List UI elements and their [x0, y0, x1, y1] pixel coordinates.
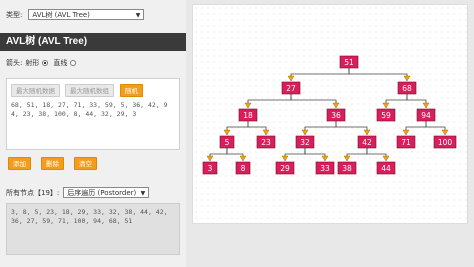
tree-node[interactable]: 5 — [219, 135, 235, 149]
type-select[interactable]: AVL树 (AVL Tree) ▼ — [28, 9, 145, 20]
tree-edge — [406, 94, 430, 109]
chevron-down-icon: ▼ — [135, 12, 141, 19]
tree-node-label: 59 — [381, 111, 391, 120]
tree-edge — [382, 94, 408, 109]
tree-node[interactable]: 8 — [235, 161, 251, 175]
avl-tree-diagram: 5127 6818 36 59 945 23 32 42 71 1003 8 29 33 38 44 — [202, 55, 457, 175]
type-select-value: AVL树 (AVL Tree) — [32, 11, 90, 19]
tree-edge — [281, 148, 306, 162]
tree-node[interactable]: 51 — [339, 55, 359, 69]
tree-edge — [343, 148, 368, 162]
tree-edge — [301, 121, 337, 136]
tree-node-label: 18 — [243, 111, 253, 120]
tree-node[interactable]: 68 — [397, 81, 417, 95]
tree-edge — [348, 68, 411, 82]
tree-node-label: 100 — [438, 138, 453, 147]
arrow-option-1-radio[interactable] — [42, 60, 49, 66]
tree-edge — [402, 121, 427, 136]
tree-node[interactable]: 18 — [238, 108, 258, 122]
tree-edge — [247, 121, 270, 136]
tree-node-label: 23 — [261, 138, 271, 147]
type-row: 类型: AVL树 (AVL Tree) ▼ — [6, 9, 145, 20]
clear-button[interactable]: 清空 — [74, 157, 97, 170]
tree-node[interactable]: 36 — [326, 108, 346, 122]
tree-node[interactable]: 33 — [315, 161, 335, 175]
tree-node-label: 94 — [421, 111, 431, 120]
tree-edge — [287, 68, 350, 82]
tree-edge — [223, 121, 249, 136]
control-panel: 类型: AVL树 (AVL Tree) ▼ AVL树 (AVL Tree) 箭头… — [0, 0, 186, 267]
nodes-label: 所有节点【19】: — [6, 188, 60, 197]
add-button[interactable]: 添加 — [8, 157, 31, 170]
tree-node[interactable]: 71 — [396, 135, 416, 149]
chevron-down-icon: ▼ — [140, 190, 146, 197]
arrow-option-1-label: 射形 — [25, 59, 40, 67]
tree-edge — [290, 94, 340, 109]
tree-node[interactable]: 44 — [376, 161, 396, 175]
tree-edge — [244, 94, 292, 109]
max-random-count-button[interactable]: 最大随机数组 — [65, 84, 114, 97]
tree-node[interactable]: 23 — [256, 135, 276, 149]
tree-edge — [425, 121, 449, 136]
tree-node[interactable]: 59 — [376, 108, 396, 122]
numbers-textarea[interactable]: 68, 51, 18, 27, 71, 33, 59, 5, 36, 42, 9… — [11, 101, 175, 119]
tree-edge — [366, 148, 390, 162]
tree-node[interactable]: 94 — [416, 108, 436, 122]
tree-edge — [304, 148, 329, 162]
tree-node-label: 27 — [286, 84, 296, 93]
tree-node[interactable]: 38 — [337, 161, 357, 175]
tree-edge — [226, 148, 247, 162]
tree-node-label: 29 — [280, 164, 290, 173]
random-button[interactable]: 随机 — [120, 84, 143, 97]
tree-node-label: 8 — [241, 164, 246, 173]
input-panel: 最大随机数据 最大随机数组 随机 68, 51, 18, 27, 71, 33,… — [6, 78, 180, 150]
tree-node-label: 71 — [401, 138, 411, 147]
tree-node-label: 36 — [331, 111, 341, 120]
tree-edge — [206, 148, 228, 162]
tree-node-label: 32 — [300, 138, 310, 147]
tree-node-label: 5 — [225, 138, 230, 147]
tree-node-label: 38 — [342, 164, 352, 173]
delete-button[interactable]: 删除 — [41, 157, 64, 170]
type-label: 类型: — [6, 10, 23, 19]
tree-node[interactable]: 32 — [295, 135, 315, 149]
arrow-row: 箭头: 射形 直线 — [6, 58, 77, 68]
max-random-data-button[interactable]: 最大随机数据 — [11, 84, 60, 97]
tree-node-label: 33 — [320, 164, 330, 173]
tree-node[interactable]: 100 — [433, 135, 457, 149]
tree-node[interactable]: 27 — [281, 81, 301, 95]
tree-node[interactable]: 3 — [202, 161, 218, 175]
tree-edge — [335, 121, 371, 136]
tree-node[interactable]: 42 — [357, 135, 377, 149]
arrow-option-2-label: 直线 — [53, 59, 68, 67]
tree-node-label: 51 — [344, 58, 354, 67]
nodes-row: 所有节点【19】: 后序遍历 (Postorder) ▼ — [6, 187, 150, 198]
traversal-select-value: 后序遍历 (Postorder) — [67, 189, 137, 197]
traversal-select[interactable]: 后序遍历 (Postorder) ▼ — [63, 187, 150, 198]
page-title: AVL树 (AVL Tree) — [0, 33, 186, 51]
tree-canvas: 51 27 68 18 36 59 94 5 23 32 42 71 100 3 8 29 33 38 44 — [192, 4, 468, 224]
tree-node[interactable]: 29 — [275, 161, 295, 175]
arrow-option-2-radio[interactable] — [70, 60, 77, 66]
tree-node-label: 68 — [402, 84, 412, 93]
arrow-label: 箭头: — [6, 59, 23, 67]
tree-node-label: 42 — [362, 138, 372, 147]
traversal-output: 3, 8, 5, 23, 18, 29, 33, 32, 38, 44, 42,… — [6, 203, 180, 255]
tree-node-label: 3 — [208, 164, 213, 173]
tree-node-label: 44 — [381, 164, 391, 173]
